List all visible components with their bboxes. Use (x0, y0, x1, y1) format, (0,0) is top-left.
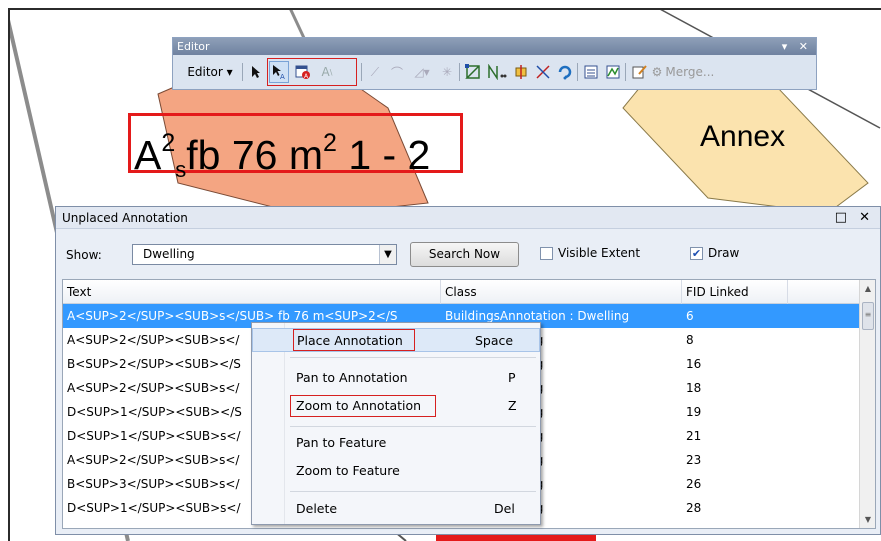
map-left-border (8, 8, 10, 541)
table-header: Text Class FID Linked (63, 280, 861, 304)
show-label: Show: (66, 248, 102, 262)
label-sup-2: 2 (323, 129, 337, 157)
visible-extent-label: Visible Extent (558, 246, 641, 260)
menu-item-label: Pan to Annotation (296, 370, 408, 385)
selected-feature-edge (436, 534, 596, 541)
sketch-properties-icon[interactable] (603, 61, 623, 83)
scroll-down-icon[interactable]: ▼ (860, 515, 875, 524)
vertical-scrollbar[interactable]: ▲ ≡ ▼ (859, 280, 875, 528)
search-now-button[interactable]: Search Now (410, 242, 519, 267)
annotation-label[interactable]: A2sfb 76 m2 1 - 2 (134, 117, 430, 196)
draw-checkbox[interactable]: ✔ Draw (690, 246, 739, 260)
cell-fid: 23 (686, 453, 702, 467)
editor-title: Editor (177, 40, 210, 53)
cell-fid: 26 (686, 477, 702, 491)
show-dropdown[interactable]: Dwelling ▼ (132, 244, 397, 265)
place-annotation-highlight (293, 329, 415, 351)
trace-icon[interactable]: ✳ (437, 61, 457, 83)
column-header-class[interactable]: Class (441, 280, 682, 304)
cell-fid: 6 (686, 309, 694, 323)
label-sub-1: s (175, 157, 187, 182)
menu-separator (290, 357, 536, 358)
cell-fid: 16 (686, 357, 702, 371)
unplaced-window-controls[interactable]: □ ✕ (835, 207, 874, 229)
label-mid: fb 76 m (186, 132, 323, 178)
cell-fid: 28 (686, 501, 702, 515)
show-dropdown-value: Dwelling (143, 247, 195, 261)
menu-icon-column (284, 323, 285, 524)
editor-titlebar[interactable]: Editor ▾ ✕ (173, 38, 816, 55)
column-header-text[interactable]: Text (63, 280, 441, 304)
cell-fid: 8 (686, 333, 694, 347)
visible-extent-checkbox[interactable]: Visible Extent (540, 246, 640, 260)
label-end: 1 - 2 (348, 132, 431, 178)
cut-polygons-icon[interactable] (533, 61, 553, 83)
checkmark-icon[interactable]: ✔ (690, 246, 703, 260)
merge-button[interactable]: ⚙ Merge... (651, 61, 715, 83)
label-base: A (134, 132, 162, 178)
straight-segment-icon[interactable]: ⟋ (365, 61, 385, 83)
menu-item-pan-to-feature[interactable]: Pan to Feature (252, 431, 540, 455)
menu-item-shortcut: Z (508, 398, 517, 413)
end-point-arc-icon[interactable]: ⌒ (387, 61, 407, 83)
toolbar-separator (625, 63, 626, 81)
split-icon[interactable] (511, 61, 531, 83)
toolbar-separator (577, 63, 578, 81)
map-top-border (8, 8, 881, 10)
menu-item-label: Pan to Feature (296, 435, 387, 450)
scroll-thumb[interactable]: ≡ (862, 302, 874, 330)
toolbar-separator (459, 63, 460, 81)
menu-item-zoom-to-feature[interactable]: Zoom to Feature (252, 459, 540, 483)
scroll-up-icon[interactable]: ▲ (860, 284, 875, 293)
topology-icon[interactable] (485, 61, 509, 83)
menu-item-shortcut: Space (475, 333, 514, 348)
menu-item-label: Zoom to Feature (296, 463, 400, 478)
menu-separator (290, 491, 536, 492)
chevron-down-icon[interactable]: ▼ (379, 245, 396, 264)
unplaced-annotation-title: Unplaced Annotation (62, 211, 188, 225)
cell-fid: 19 (686, 405, 702, 419)
context-menu[interactable]: Place Annotation Space Pan to Annotation… (251, 322, 541, 525)
tool-group-highlight (267, 58, 357, 86)
cell-fid: 21 (686, 429, 702, 443)
merge-label: Merge... (665, 65, 715, 79)
merge-icon: ⚙ (651, 65, 663, 79)
column-header-fid[interactable]: FID Linked (682, 280, 788, 304)
road-edge-line-2 (288, 8, 306, 39)
annex-label[interactable]: Annex (700, 120, 785, 154)
zoom-to-annotation-highlight (290, 395, 436, 417)
menu-item-label: Delete (296, 501, 338, 516)
unplaced-annotation-titlebar[interactable]: Unplaced Annotation □ ✕ (56, 207, 880, 229)
menu-item-delete[interactable]: Delete Del (252, 497, 540, 521)
cell-fid: 18 (686, 381, 702, 395)
create-features-icon[interactable] (629, 61, 649, 83)
attributes-icon[interactable] (581, 61, 601, 83)
draw-label: Draw (708, 246, 740, 260)
rotate-icon[interactable] (555, 61, 575, 83)
menu-separator (290, 426, 536, 427)
menu-item-pan-to-annotation[interactable]: Pan to Annotation P (252, 366, 540, 390)
editor-menu-button[interactable]: Editor ▾ (179, 61, 241, 83)
edit-tool-icon[interactable] (247, 61, 265, 83)
label-sup-1: 2 (161, 129, 176, 157)
topology-edit-icon[interactable] (463, 61, 483, 83)
menu-item-shortcut: P (508, 370, 516, 385)
toolbar-separator (361, 63, 362, 81)
construction-tools-icon[interactable]: ◿▾ (409, 61, 435, 83)
menu-item-shortcut: Del (494, 501, 515, 516)
toolbar-separator (242, 63, 243, 81)
visible-extent-box[interactable] (540, 246, 553, 260)
editor-toolbar[interactable]: Editor ▾ ✕ Editor ▾ A A A \ ⟋ ⌒ ◿▾ ✳ ⚙ M… (172, 37, 817, 90)
editor-window-controls[interactable]: ▾ ✕ (782, 38, 812, 55)
